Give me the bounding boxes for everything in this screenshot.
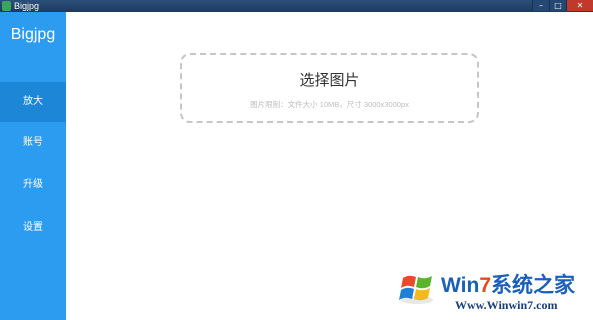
window-title: Bigjpg <box>14 1 40 11</box>
sidebar: Bigjpg 放大 账号 升级 设置 <box>0 12 66 320</box>
minimize-button[interactable]: – <box>532 0 549 11</box>
sidebar-item-label: 设置 <box>23 222 43 233</box>
select-image-title: 选择图片 <box>299 71 360 89</box>
watermark-url: Www.Winwin7.com <box>455 298 558 312</box>
sidebar-item-settings[interactable]: 设置 <box>0 208 66 248</box>
sidebar-item-label: 升级 <box>23 179 43 190</box>
maximize-icon: □ <box>554 1 562 10</box>
close-button[interactable]: ✕ <box>566 0 593 11</box>
image-dropzone[interactable]: 选择图片 图片限制：文件大小 10MB，尺寸 3000x3000px <box>180 53 479 123</box>
close-icon: ✕ <box>576 1 584 10</box>
maximize-button[interactable]: □ <box>549 0 566 11</box>
sidebar-item-label: 账号 <box>23 137 43 148</box>
image-limit-hint: 图片限制：文件大小 10MB，尺寸 3000x3000px <box>250 100 409 109</box>
window-controls: – □ ✕ <box>532 0 593 12</box>
windows-logo-icon <box>399 275 433 304</box>
brand-logo-text: Bigjpg <box>10 26 56 43</box>
watermark-brand: Win7系统之家 <box>441 274 575 297</box>
title-bar[interactable]: Bigjpg – □ ✕ <box>0 0 593 12</box>
watermark: Win7系统之家 Www.Winwin7.com <box>397 266 593 320</box>
sidebar-item-enlarge[interactable]: 放大 <box>0 82 66 122</box>
sidebar-item-label: 放大 <box>23 96 43 107</box>
sidebar-item-account[interactable]: 账号 <box>0 123 66 163</box>
sidebar-item-upgrade[interactable]: 升级 <box>0 165 66 205</box>
app-icon <box>2 1 11 11</box>
minimize-icon: – <box>539 1 543 10</box>
